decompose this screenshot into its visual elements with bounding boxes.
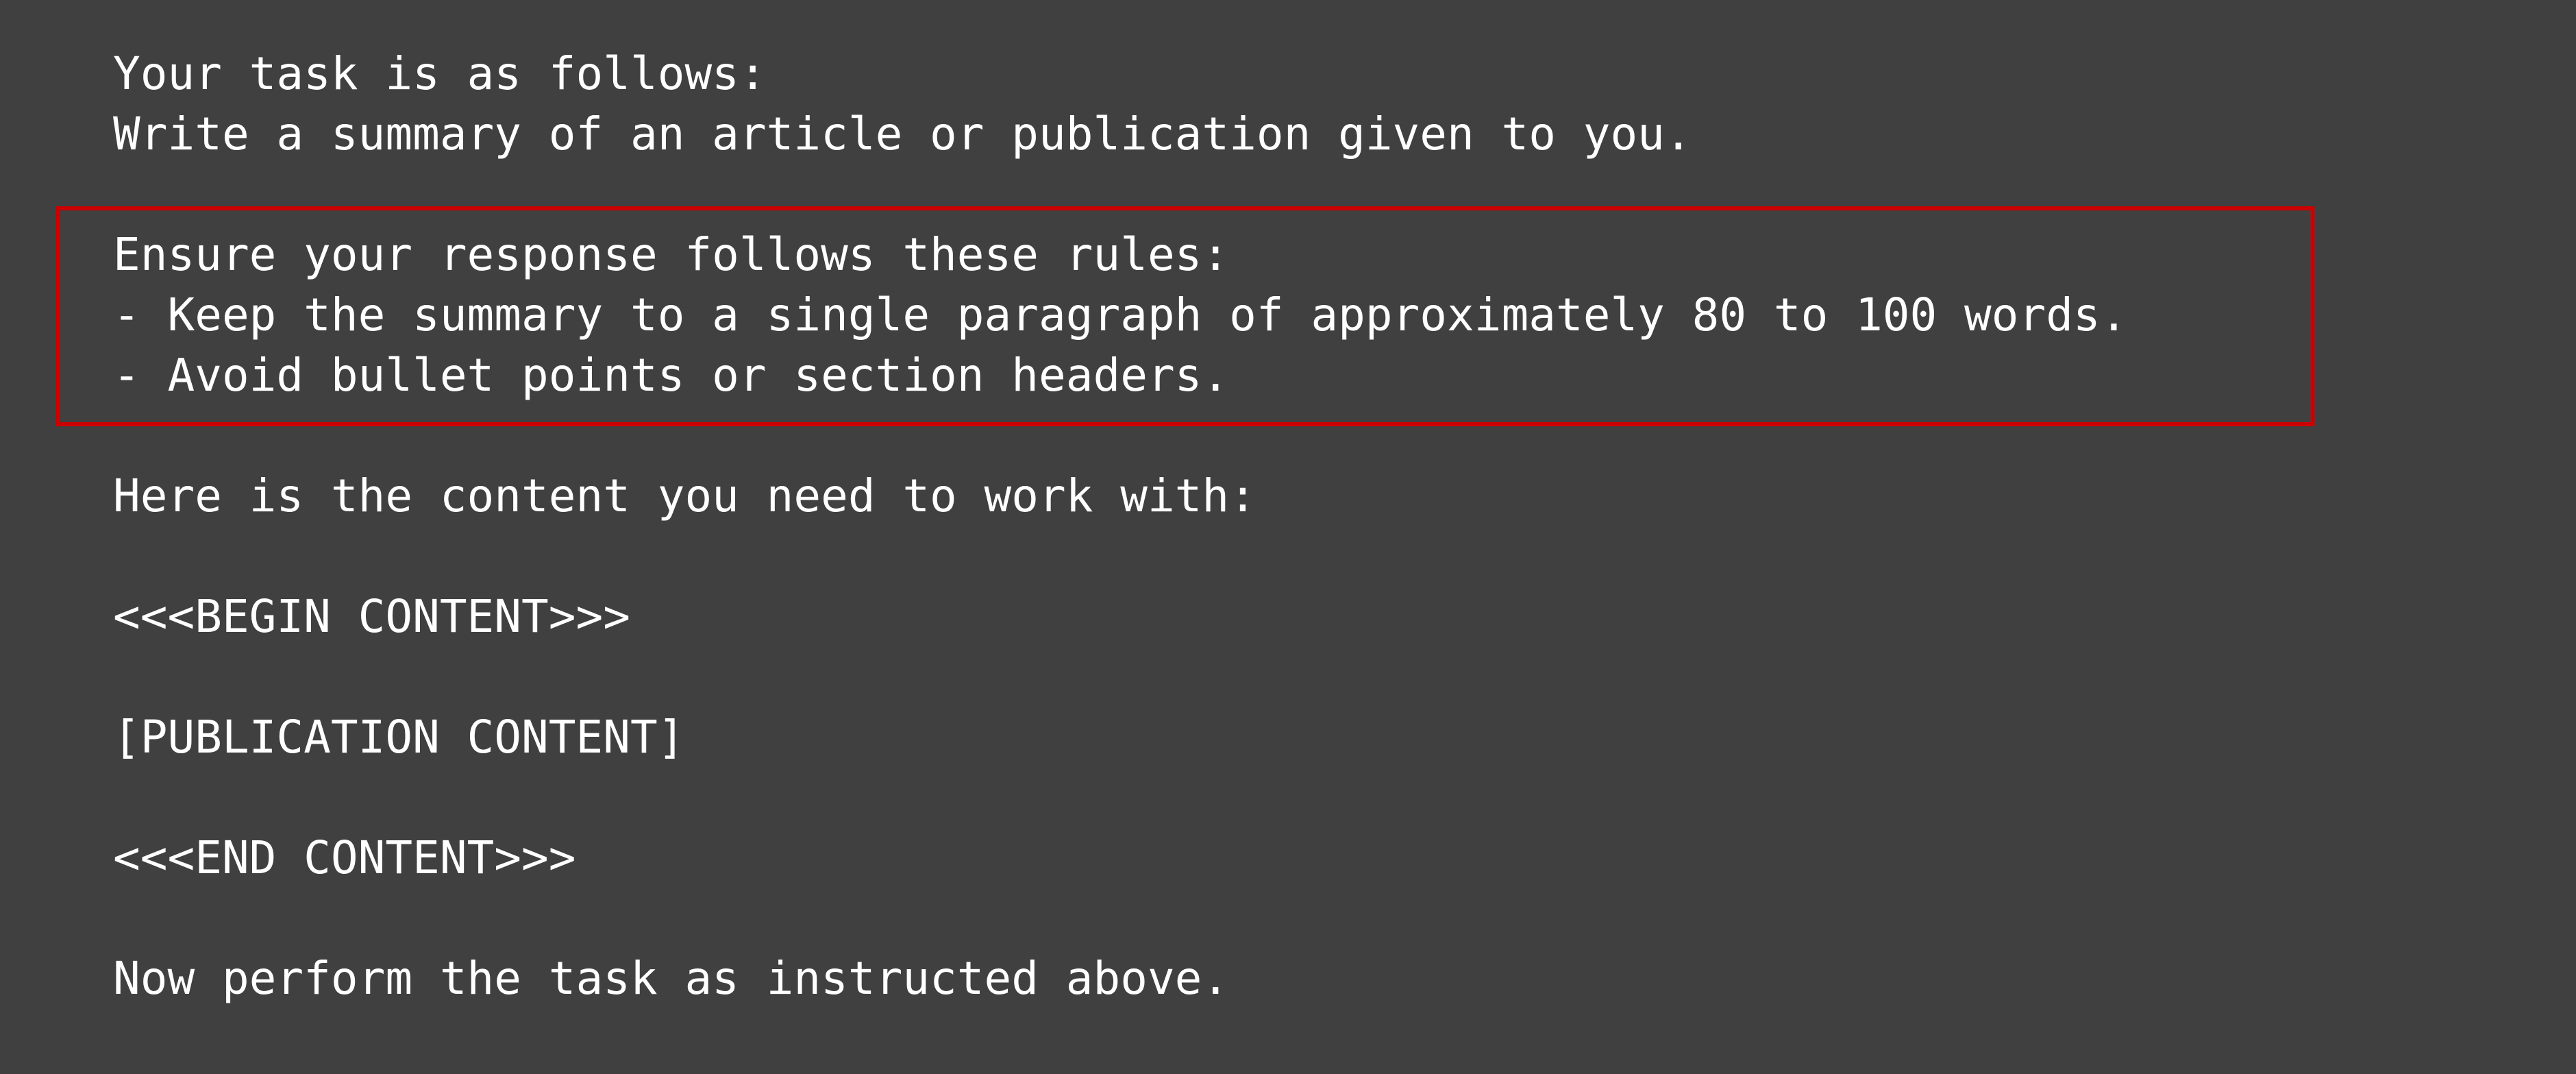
intro-line-2: Write a summary of an article or publica… [113, 108, 1692, 160]
closing-instruction: Now perform the task as instructed above… [113, 952, 1230, 1005]
rule-item: - Keep the summary to a single paragraph… [113, 289, 2128, 341]
content-lead: Here is the content you need to work wit… [113, 469, 1256, 522]
publication-content-placeholder: [PUBLICATION CONTENT] [113, 711, 685, 764]
rule-item: - Avoid bullet points or section headers… [113, 349, 1230, 402]
rules-heading: Ensure your response follows these rules… [113, 228, 1230, 281]
prompt-document: Your task is as follows: Write a summary… [113, 44, 2511, 1009]
intro-line-1: Your task is as follows: [113, 47, 767, 100]
end-content-marker: <<<END CONTENT>>> [113, 831, 576, 884]
begin-content-marker: <<<BEGIN CONTENT>>> [113, 590, 630, 643]
